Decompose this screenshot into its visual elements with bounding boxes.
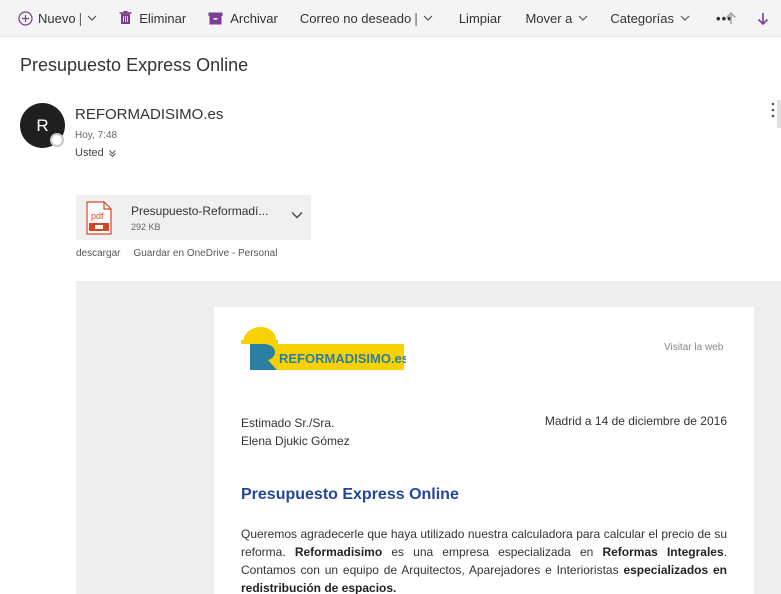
categories-button[interactable]: Categorías xyxy=(604,0,696,37)
move-label: Mover a xyxy=(525,10,573,26)
save-onedrive-link[interactable]: Guardar en OneDrive - Personal xyxy=(133,248,277,259)
paragraph-bold-2: Reformas Integrales xyxy=(602,545,724,559)
attachment-actions: descargar Guardar en OneDrive - Personal xyxy=(76,248,277,259)
arrow-down-icon xyxy=(757,13,769,25)
previous-message-button[interactable] xyxy=(715,0,747,37)
presence-indicator xyxy=(50,133,64,147)
chevron-down-icon[interactable] xyxy=(423,15,433,22)
avatar-initial: R xyxy=(36,115,49,135)
archive-label: Archivar xyxy=(230,10,278,26)
recipient-name: Elena Djukic Gómez xyxy=(241,434,350,448)
separator: | xyxy=(78,10,83,26)
move-to-button[interactable]: Mover a xyxy=(519,0,594,37)
chevron-down-icon xyxy=(680,15,690,21)
sweep-label: Limpiar xyxy=(458,10,502,26)
next-message-button[interactable] xyxy=(747,0,781,37)
paragraph-text-2: es una empresa especializada en xyxy=(382,545,603,559)
recipients-toggle[interactable]: Usted xyxy=(75,147,117,159)
letter-date: Madrid a 14 de diciembre de 2016 xyxy=(544,414,727,428)
sweep-button[interactable]: Limpiar xyxy=(453,0,508,37)
categories-label: Categorías xyxy=(610,10,675,26)
sent-time: Hoy, 7:48 xyxy=(75,130,118,141)
arrow-up-icon xyxy=(725,12,737,24)
message-subject: Presupuesto Express Online xyxy=(20,55,249,75)
new-label: Nuevo xyxy=(38,10,76,26)
chevron-down-icon[interactable] xyxy=(291,211,303,219)
visit-web-link[interactable]: Visitar la web xyxy=(664,342,723,353)
attachment-name: Presupuesto-Reformadí... xyxy=(131,203,269,218)
double-chevron-down-icon xyxy=(108,149,116,157)
sender-name[interactable]: REFORMADISIMO.es xyxy=(75,106,223,123)
chevron-down-icon[interactable] xyxy=(87,15,97,22)
chevron-down-icon xyxy=(578,15,588,21)
reformadisimo-logo[interactable]: REFORMADISIMO.es xyxy=(240,326,406,372)
email-heading: Presupuesto Express Online xyxy=(241,486,459,503)
message-more-icon[interactable] xyxy=(771,102,775,118)
download-link[interactable]: descargar xyxy=(76,248,120,259)
email-paragraph: Queremos agradecerle que haya utilizado … xyxy=(241,525,727,594)
separator: | xyxy=(414,10,418,26)
attachment-size: 292 KB xyxy=(131,221,161,232)
plus-circle-icon xyxy=(18,10,33,26)
new-button[interactable]: Nuevo | xyxy=(0,0,103,37)
logo-text: REFORMADISIMO.es xyxy=(279,351,406,366)
pdf-file-icon: pdf xyxy=(86,200,112,235)
paragraph-bold-1: Reformadisimo xyxy=(294,545,383,559)
delete-label: Eliminar xyxy=(139,10,187,26)
junk-label: Correo no deseado xyxy=(299,10,412,26)
pdf-icon-text: pdf xyxy=(91,211,104,221)
command-toolbar: Nuevo | Eliminar Archivar Correo no dese… xyxy=(0,0,781,37)
archive-box-icon xyxy=(208,12,223,24)
archive-button[interactable]: Archivar xyxy=(202,0,284,37)
trash-icon xyxy=(119,11,132,24)
recipient-label: Usted xyxy=(75,147,104,159)
scrollbar-thumb[interactable] xyxy=(777,100,781,128)
delete-button[interactable]: Eliminar xyxy=(113,0,192,37)
salutation-block: Estimado Sr./Sra. Elena Djukic Gómez xyxy=(241,414,350,450)
attachment-card[interactable]: pdf Presupuesto-Reformadí... 292 KB xyxy=(76,195,311,240)
greeting: Estimado Sr./Sra. xyxy=(241,416,335,430)
junk-button[interactable]: Correo no deseado | xyxy=(294,0,439,37)
